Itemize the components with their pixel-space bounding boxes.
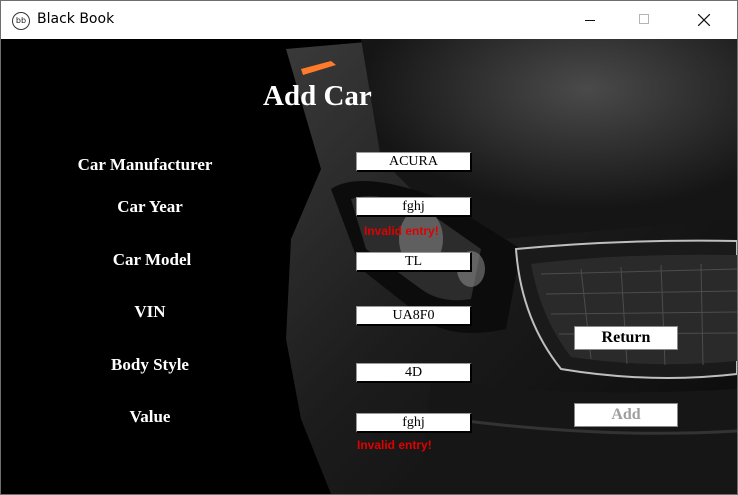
- value-error: Invalid entry!: [357, 438, 432, 452]
- value-label: Value: [129, 407, 171, 426]
- car-year-error: Invalid entry!: [364, 224, 439, 238]
- body-style-label: Body Style: [111, 355, 189, 374]
- title-bar[interactable]: bb Black Book: [1, 1, 737, 39]
- window-title: Black Book: [37, 11, 115, 27]
- minimize-button[interactable]: [567, 1, 613, 39]
- page-title: Add Car: [263, 80, 372, 112]
- app-logo-icon: bb: [12, 12, 30, 30]
- value-input[interactable]: [356, 413, 472, 433]
- close-icon: [698, 14, 710, 26]
- vin-input[interactable]: [356, 306, 472, 326]
- vin-label: VIN: [134, 302, 166, 321]
- car-manufacturer-label: Car Manufacturer: [77, 155, 213, 174]
- car-model-input[interactable]: [356, 252, 472, 272]
- close-button[interactable]: [681, 1, 727, 39]
- maximize-button[interactable]: [621, 1, 667, 39]
- car-year-input[interactable]: [356, 197, 472, 217]
- app-window: bb Black Book Add Car Car Manufacturer C…: [0, 0, 738, 495]
- car-year-label: Car Year: [117, 197, 183, 216]
- car-model-label: Car Model: [112, 250, 192, 269]
- return-button[interactable]: Return: [574, 326, 678, 350]
- body-style-input[interactable]: [356, 363, 472, 383]
- car-manufacturer-input[interactable]: [356, 152, 472, 172]
- add-button[interactable]: Add: [574, 403, 678, 427]
